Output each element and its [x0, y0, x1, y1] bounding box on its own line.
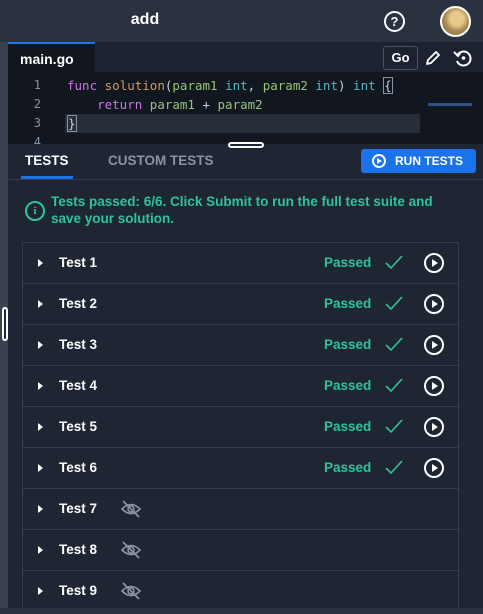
check-icon — [385, 460, 403, 475]
code-editor[interactable]: main.go Go 1 func solution(param1 int, p… — [8, 42, 483, 149]
eye-off-icon — [120, 541, 142, 559]
code-line: 2 return param1 + param2 — [33, 97, 263, 112]
bottom-edge — [0, 608, 483, 614]
test-name: Test 9 — [59, 583, 98, 598]
file-tabs: main.go Go — [8, 42, 483, 72]
test-row[interactable]: Test 1 Passed — [23, 243, 458, 284]
chevron-right-icon[interactable] — [38, 587, 43, 595]
test-list: Test 1 Passed Test 2 Passed Test 3 Passed Test… — [22, 242, 459, 614]
tests-tab-bar: TESTS CUSTOM TESTS RUN TESTS — [8, 144, 483, 180]
top-bar: add ? — [0, 0, 483, 42]
avatar[interactable] — [440, 6, 471, 37]
app-window: add ? main.go Go 1 func solution(param1 … — [0, 0, 483, 614]
test-name: Test 8 — [59, 542, 98, 557]
eye-off-icon — [120, 500, 142, 518]
run-test-icon[interactable] — [424, 458, 444, 478]
run-test-icon[interactable] — [424, 335, 444, 355]
chevron-right-icon[interactable] — [38, 464, 43, 472]
code-text: } — [67, 115, 77, 132]
test-name: Test 3 — [59, 337, 98, 352]
run-test-icon[interactable] — [424, 417, 444, 437]
code-text: return param1 + param2 — [97, 97, 263, 112]
test-status: Passed — [324, 337, 372, 352]
check-icon — [385, 337, 403, 352]
tab-custom-tests[interactable]: CUSTOM TESTS — [108, 153, 214, 168]
file-tab-main[interactable]: main.go — [8, 42, 95, 72]
chevron-right-icon[interactable] — [38, 423, 43, 431]
test-row[interactable]: Test 6 Passed — [23, 448, 458, 489]
pencil-icon[interactable] — [421, 46, 445, 70]
test-row[interactable]: Test 3 Passed — [23, 325, 458, 366]
code-area[interactable]: 1 func solution(param1 int, param2 int) … — [8, 72, 483, 149]
check-icon — [385, 419, 403, 434]
test-name: Test 7 — [59, 501, 98, 516]
tab-tests[interactable]: TESTS — [21, 153, 72, 179]
test-row[interactable]: Test 9 — [23, 571, 458, 612]
result-banner: i Tests passed: 6/6. Click Submit to run… — [25, 192, 465, 232]
check-icon — [385, 255, 403, 270]
eye-off-icon — [120, 582, 142, 600]
info-icon: i — [25, 201, 45, 221]
task-title: add — [130, 11, 160, 28]
test-name: Test 6 — [59, 460, 98, 475]
code-line: 1 func solution(param1 int, param2 int) … — [33, 77, 393, 94]
reset-icon[interactable] — [451, 46, 475, 70]
side-panel-strip — [0, 42, 8, 614]
check-icon — [385, 296, 403, 311]
result-message: Tests passed: 6/6. Click Submit to run t… — [51, 194, 433, 226]
test-name: Test 1 — [59, 255, 98, 270]
test-status: Passed — [324, 296, 372, 311]
test-row[interactable]: Test 8 — [23, 530, 458, 571]
chevron-right-icon[interactable] — [38, 546, 43, 554]
run-test-icon[interactable] — [424, 376, 444, 396]
check-icon — [385, 378, 403, 393]
test-name: Test 4 — [59, 378, 98, 393]
run-test-icon[interactable] — [424, 294, 444, 314]
test-row[interactable]: Test 7 — [23, 489, 458, 530]
test-row[interactable]: Test 5 Passed — [23, 407, 458, 448]
test-status: Passed — [324, 378, 372, 393]
test-name: Test 5 — [59, 419, 98, 434]
test-row[interactable]: Test 2 Passed — [23, 284, 458, 325]
chevron-right-icon[interactable] — [38, 259, 43, 267]
chevron-right-icon[interactable] — [38, 300, 43, 308]
test-status: Passed — [324, 419, 372, 434]
chevron-right-icon[interactable] — [38, 382, 43, 390]
play-icon — [372, 154, 386, 168]
test-status: Passed — [324, 460, 372, 475]
test-status: Passed — [324, 255, 372, 270]
run-tests-button[interactable]: RUN TESTS — [361, 149, 476, 173]
editor-splitter[interactable] — [228, 142, 264, 148]
run-test-icon[interactable] — [424, 253, 444, 273]
test-row[interactable]: Test 4 Passed — [23, 366, 458, 407]
chevron-right-icon[interactable] — [38, 341, 43, 349]
help-icon[interactable]: ? — [384, 11, 405, 32]
chevron-right-icon[interactable] — [38, 505, 43, 513]
test-name: Test 2 — [59, 296, 98, 311]
code-line: 3 } — [8, 114, 483, 133]
language-select[interactable]: Go — [383, 46, 418, 70]
resize-handle[interactable] — [2, 307, 8, 341]
code-text: func solution(param1 int, param2 int) in… — [67, 77, 393, 94]
